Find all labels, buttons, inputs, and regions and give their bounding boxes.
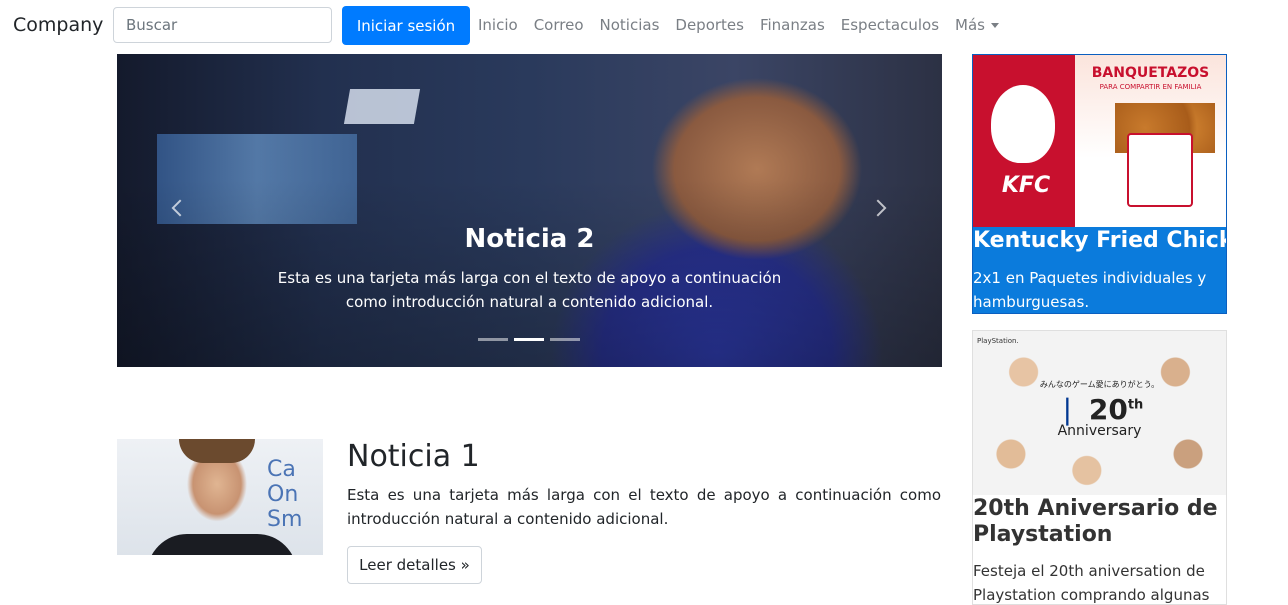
carousel-caption: Noticia 2 Esta es una tarjeta más larga … (267, 224, 792, 314)
news-text: Esta es una tarjeta más larga con el tex… (347, 486, 941, 528)
playstation-brand-text: PlayStation. (977, 337, 1019, 345)
carousel-overlay (117, 54, 942, 367)
news-thumbnail: Ca On Sm (117, 439, 323, 555)
ad-card-kfc[interactable]: KFC BANQUETAZOS PARA COMPARTIR EN FAMILI… (972, 54, 1227, 314)
nav-link-espectaculos[interactable]: Espectaculos (841, 16, 939, 34)
nav-link-inicio[interactable]: Inicio (478, 16, 518, 34)
colonel-face-icon (991, 85, 1055, 163)
kfc-promo-headline: BANQUETAZOS (1091, 65, 1210, 81)
news-title: Noticia 1 (347, 439, 480, 474)
ad-card-playstation[interactable]: PlayStation. みんなのゲーム愛にありがとう。 ❘ 20th Anni… (972, 330, 1227, 605)
nav-link-finanzas[interactable]: Finanzas (760, 16, 825, 34)
kfc-ad-image: KFC BANQUETAZOS PARA COMPARTIR EN FAMILI… (973, 55, 1226, 227)
login-button[interactable]: Iniciar sesión (342, 6, 470, 45)
nav-dropdown-label: Más (955, 16, 985, 34)
card-title: Kentucky Fried Chicken (973, 228, 1226, 253)
thumbnail-backdrop-logo: Ca On Sm (267, 457, 303, 532)
playstation-japanese-text: みんなのゲーム愛にありがとう。 (1039, 380, 1160, 389)
carousel-indicators (478, 338, 580, 341)
playstation-ad-image: PlayStation. みんなのゲーム愛にありがとう。 ❘ 20th Anni… (973, 331, 1226, 495)
nav-link-correo[interactable]: Correo (534, 16, 584, 34)
playstation-logo-icon: ❘ (1055, 393, 1080, 426)
anniversary-number: 20 (1088, 393, 1128, 426)
card-text: 2x1 en Paquetes individuales y hamburgue… (973, 269, 1207, 311)
anniversary-suffix: th (1127, 397, 1144, 413)
carousel-indicator[interactable] (478, 338, 508, 341)
read-details-button[interactable]: Leer detalles » (347, 546, 482, 584)
nav-links: Inicio Correo Noticias Deportes Finanzas… (478, 16, 1015, 34)
search-input[interactable] (113, 7, 332, 43)
kfc-logo-panel: KFC (973, 55, 1075, 227)
kfc-promo-panel: BANQUETAZOS PARA COMPARTIR EN FAMILIA (1075, 55, 1226, 227)
thumbnail-suit-shape (147, 534, 297, 555)
carousel-text: Esta es una tarjeta más larga con el tex… (277, 269, 782, 311)
anniversary-label: Anniversary (1057, 423, 1142, 439)
caret-down-icon (991, 23, 999, 28)
bucket-icon (1127, 133, 1193, 207)
navbar: Company Iniciar sesión Inicio Correo Not… (0, 0, 1288, 52)
card-title: 20th Aniversario de Playstation (973, 496, 1218, 547)
nav-link-deportes[interactable]: Deportes (675, 16, 744, 34)
card-text: Festeja el 20th aniversation de Playstat… (973, 562, 1210, 604)
kfc-promo-subline: PARA COMPARTIR EN FAMILIA (1099, 83, 1202, 91)
kfc-logo-text: KFC (1001, 173, 1051, 198)
news-carousel[interactable]: Noticia 2 Esta es una tarjeta más larga … (117, 54, 942, 367)
thumbnail-hair-shape (179, 439, 255, 463)
nav-link-noticias[interactable]: Noticias (600, 16, 660, 34)
carousel-indicator-active[interactable] (514, 338, 544, 341)
brand-logo[interactable]: Company (13, 14, 103, 36)
carousel-indicator[interactable] (550, 338, 580, 341)
playstation-20th-logo: ❘ 20th (973, 393, 1226, 426)
nav-dropdown-mas[interactable]: Más (955, 16, 999, 34)
carousel-title: Noticia 2 (464, 224, 595, 254)
